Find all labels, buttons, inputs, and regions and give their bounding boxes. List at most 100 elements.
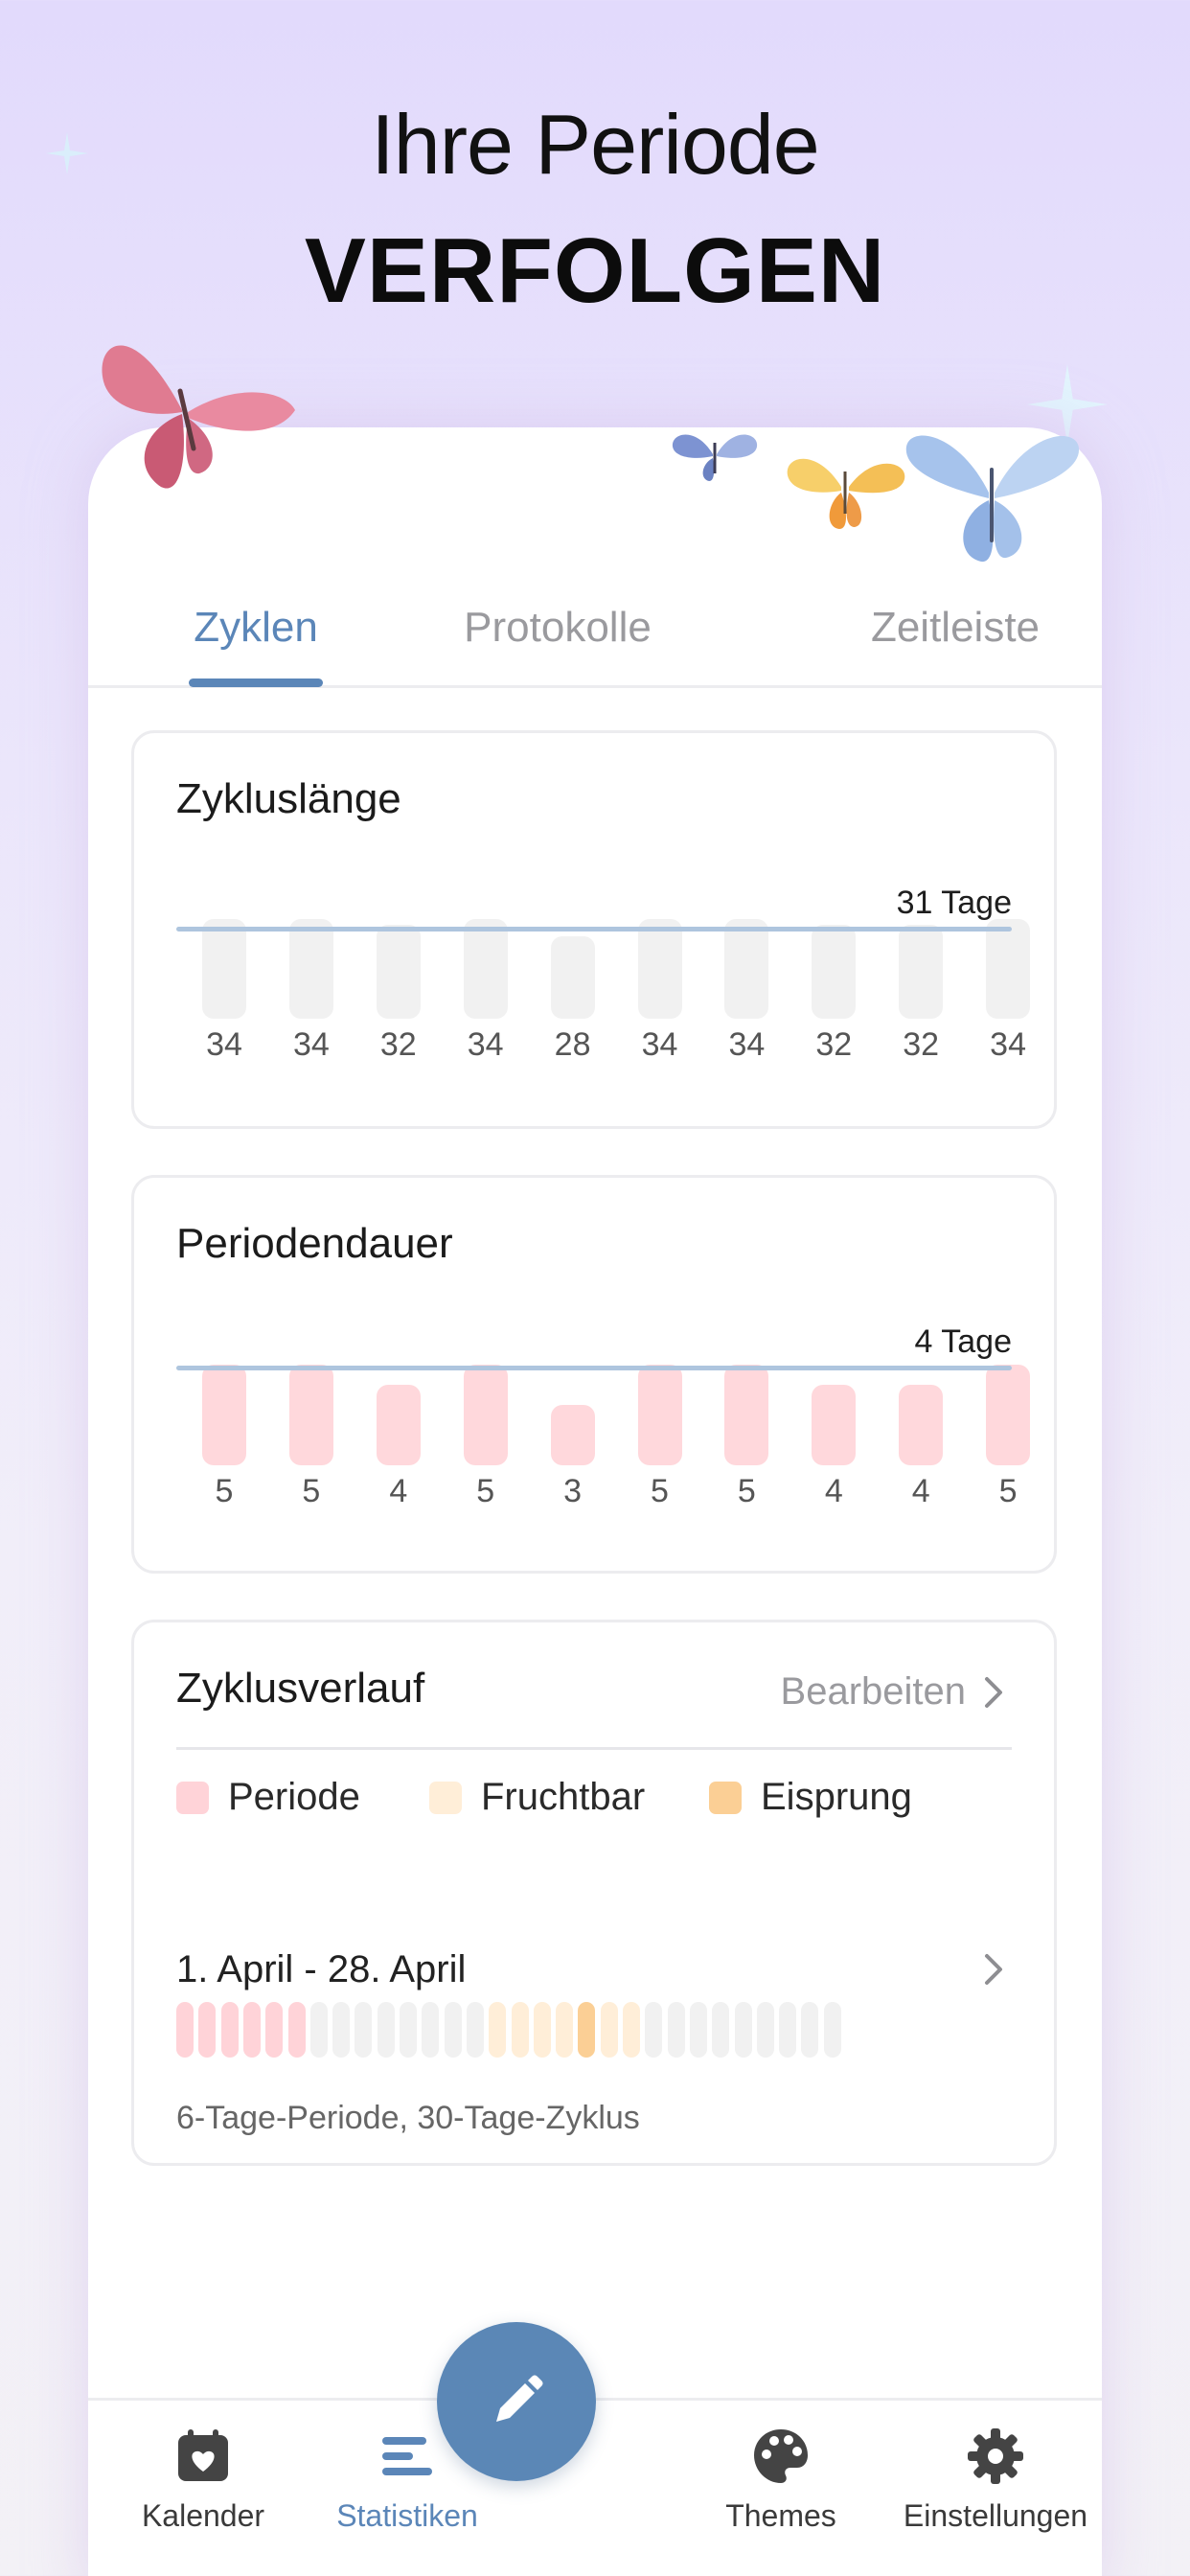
card-title: Periodendauer (176, 1220, 453, 1267)
cycle-day-period (242, 2002, 261, 2058)
bar-value: 32 (903, 1026, 940, 1063)
tab-label: Protokolle (464, 604, 652, 651)
bar (288, 1365, 333, 1465)
cycle-history-card: Zyklusverlauf Bearbeiten Periode Fruchtb… (131, 1620, 1057, 2166)
nav-kalender[interactable]: Kalender (107, 2426, 299, 2534)
cycle-day (689, 2002, 707, 2058)
cycle-day (645, 2002, 663, 2058)
edit-button[interactable]: Bearbeiten (781, 1670, 1004, 1714)
cycle-day-period (176, 2002, 194, 2058)
cycle-day (756, 2002, 774, 2058)
bar-value: 5 (302, 1473, 321, 1509)
cycle-day-fertile (533, 2002, 551, 2058)
bar (812, 925, 857, 1019)
bar-value: 34 (292, 1026, 330, 1063)
bar-value: 32 (815, 1026, 853, 1063)
butterfly-blue-icon (905, 435, 1080, 563)
tab-protokolle[interactable]: Protokolle (347, 581, 768, 688)
legend-eisprung: Eisprung (709, 1776, 912, 1819)
app-screen: Zyklen Protokolle Zeitleiste Zykluslänge… (88, 427, 1102, 2576)
bar-value: 32 (379, 1026, 417, 1063)
cycle-day (332, 2002, 351, 2058)
add-entry-button[interactable] (437, 2322, 596, 2481)
bar (724, 1365, 769, 1465)
butterfly-yellow-icon (787, 458, 905, 529)
average-label: 31 Tage (896, 885, 1012, 921)
bar-value: 34 (467, 1026, 504, 1063)
cycle-day (734, 2002, 752, 2058)
bar (986, 1365, 1031, 1465)
cycle-day-fertile (623, 2002, 640, 2058)
cycle-day (377, 2002, 395, 2058)
butterfly-pink-icon (102, 345, 295, 489)
cycle-day-period (198, 2002, 217, 2058)
legend-label: Fruchtbar (481, 1776, 646, 1818)
cycle-summary: 6-Tage-Periode, 30-Tage-Zyklus (176, 2100, 640, 2136)
bar-value: 5 (998, 1473, 1018, 1509)
cycle-day (422, 2002, 440, 2058)
bar (637, 918, 682, 1019)
cycle-day-period (287, 2002, 306, 2058)
cycle-day (779, 2002, 797, 2058)
calendar-heart-icon (172, 2426, 234, 2487)
tab-label: Zeitleiste (870, 604, 1041, 651)
cycle-day (466, 2002, 484, 2058)
cycle-day (309, 2002, 328, 2058)
cycle-length-card: Zykluslänge 31 Tage 34 34 32 34 28 34 34 32 32 34 (131, 730, 1057, 1129)
chevron-right-icon (985, 1676, 1002, 1708)
legend-periode: Periode (176, 1776, 360, 1819)
active-tab-indicator (189, 678, 323, 687)
cycle-day-fertile (600, 2002, 618, 2058)
butterfly-small-blue-icon (672, 434, 758, 481)
bar-value: 4 (389, 1473, 408, 1509)
average-line (176, 1366, 1012, 1370)
nav-themes[interactable]: Themes (685, 2426, 877, 2534)
cycle-day-period (265, 2002, 284, 2058)
bar-value: 34 (206, 1026, 242, 1063)
nav-label: Kalender (141, 2498, 265, 2533)
nav-label: Themes (725, 2498, 836, 2533)
cycle-day-period (220, 2002, 239, 2058)
cycle-day-fertile (489, 2002, 507, 2058)
bar-value: 5 (737, 1473, 756, 1509)
chevron-right-icon[interactable] (983, 1952, 1004, 1987)
cycle-day (712, 2002, 730, 2058)
bar-value: 5 (215, 1473, 234, 1509)
card-title: Zykluslänge (176, 775, 401, 822)
tab-label: Zyklen (194, 604, 318, 651)
cycle-day-fertile (511, 2002, 529, 2058)
bar-value: 4 (911, 1473, 930, 1509)
bottom-navigation: Kalender Statistiken Themes Einstellunge… (88, 2398, 1102, 2576)
bar (812, 1385, 857, 1465)
period-duration-card: Periodendauer 4 Tage 5 5 4 5 3 5 5 4 4 5 (131, 1175, 1057, 1574)
bar (463, 1365, 508, 1465)
bar (550, 1405, 595, 1465)
cycle-day (667, 2002, 685, 2058)
tab-zyklen[interactable]: Zyklen (184, 581, 328, 688)
bar (288, 918, 333, 1019)
cycle-day (400, 2002, 417, 2058)
hero-title-line1: Ihre Periode (371, 97, 819, 192)
bar-value: 34 (728, 1026, 766, 1063)
bar-value: 34 (641, 1026, 678, 1063)
cycle-day-fertile (556, 2002, 574, 2058)
bar (202, 1365, 246, 1465)
bar (202, 918, 246, 1019)
cycle-day-ovulation (578, 2002, 596, 2058)
bar-value: 34 (990, 1026, 1026, 1063)
divider (176, 1747, 1012, 1750)
bar (463, 918, 508, 1019)
bar-value: 28 (554, 1026, 591, 1063)
sparkle-icon (46, 132, 88, 174)
nav-label: Einstellungen (903, 2498, 1088, 2533)
nav-label: Statistiken (336, 2498, 478, 2533)
bar (376, 925, 421, 1019)
nav-einstellungen[interactable]: Einstellungen (900, 2426, 1091, 2534)
cycle-range[interactable]: 1. April - 28. April (176, 1948, 466, 1991)
fertile-swatch (429, 1781, 462, 1814)
palette-icon (750, 2426, 812, 2487)
bar-value: 5 (651, 1473, 669, 1509)
tab-zeitleiste[interactable]: Zeitleiste (826, 581, 1085, 688)
cycle-day (355, 2002, 373, 2058)
bar-value: 5 (476, 1473, 495, 1509)
